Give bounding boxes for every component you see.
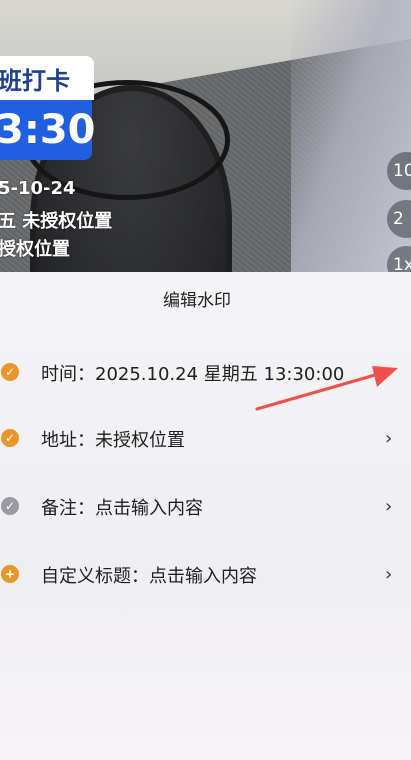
sheet-title: 编辑水印 [163, 291, 231, 311]
row-note-label: 备注：点击输入内容 [41, 498, 203, 519]
watermark-location: 授权位置 [0, 239, 70, 260]
chevron-right-icon: › [385, 428, 393, 449]
row-address[interactable]: ✓ 地址：未授权位置 › [0, 420, 411, 460]
chevron-right-icon: › [385, 564, 393, 585]
watermark-time-text: 3:30 [0, 107, 96, 153]
zoom-label: 2 [393, 209, 404, 229]
check-icon[interactable]: ✓ [1, 363, 19, 381]
row-time[interactable]: ✓ 时间：2025.10.24 星期五 13:30:00 › [0, 354, 411, 394]
chevron-right-icon: › [385, 496, 393, 517]
watermark-time[interactable]: 3:30 [0, 100, 96, 160]
plus-icon[interactable]: + [1, 565, 19, 583]
watermark-weekday-location: 五 未授权位置 [0, 211, 113, 232]
row-time-label: 时间：2025.10.24 星期五 13:30:00 [41, 364, 345, 385]
camera-preview: 班打卡 3:30 5-10-24 五 未授权位置 授权位置 10 2 1x [0, 0, 411, 272]
row-custom-title[interactable]: + 自定义标题：点击输入内容 › [0, 556, 411, 596]
row-address-label: 地址：未授权位置 [41, 430, 185, 451]
chevron-right-icon: › [385, 362, 393, 383]
check-icon[interactable]: ✓ [1, 429, 19, 447]
watermark-header-text: 班打卡 [0, 66, 70, 95]
row-note[interactable]: ✓ 备注：点击输入内容 › [0, 488, 411, 528]
edit-watermark-sheet: 编辑水印 ✓ 时间：2025.10.24 星期五 13:30:00 › ✓ 地址… [0, 272, 411, 760]
watermark-date: 5-10-24 [0, 178, 76, 199]
row-custom-title-label: 自定义标题：点击输入内容 [41, 566, 257, 587]
watermark-header[interactable]: 班打卡 [0, 56, 94, 100]
check-icon[interactable]: ✓ [1, 497, 19, 515]
zoom-label: 1x [393, 255, 411, 272]
zoom-label: 10 [393, 161, 411, 181]
